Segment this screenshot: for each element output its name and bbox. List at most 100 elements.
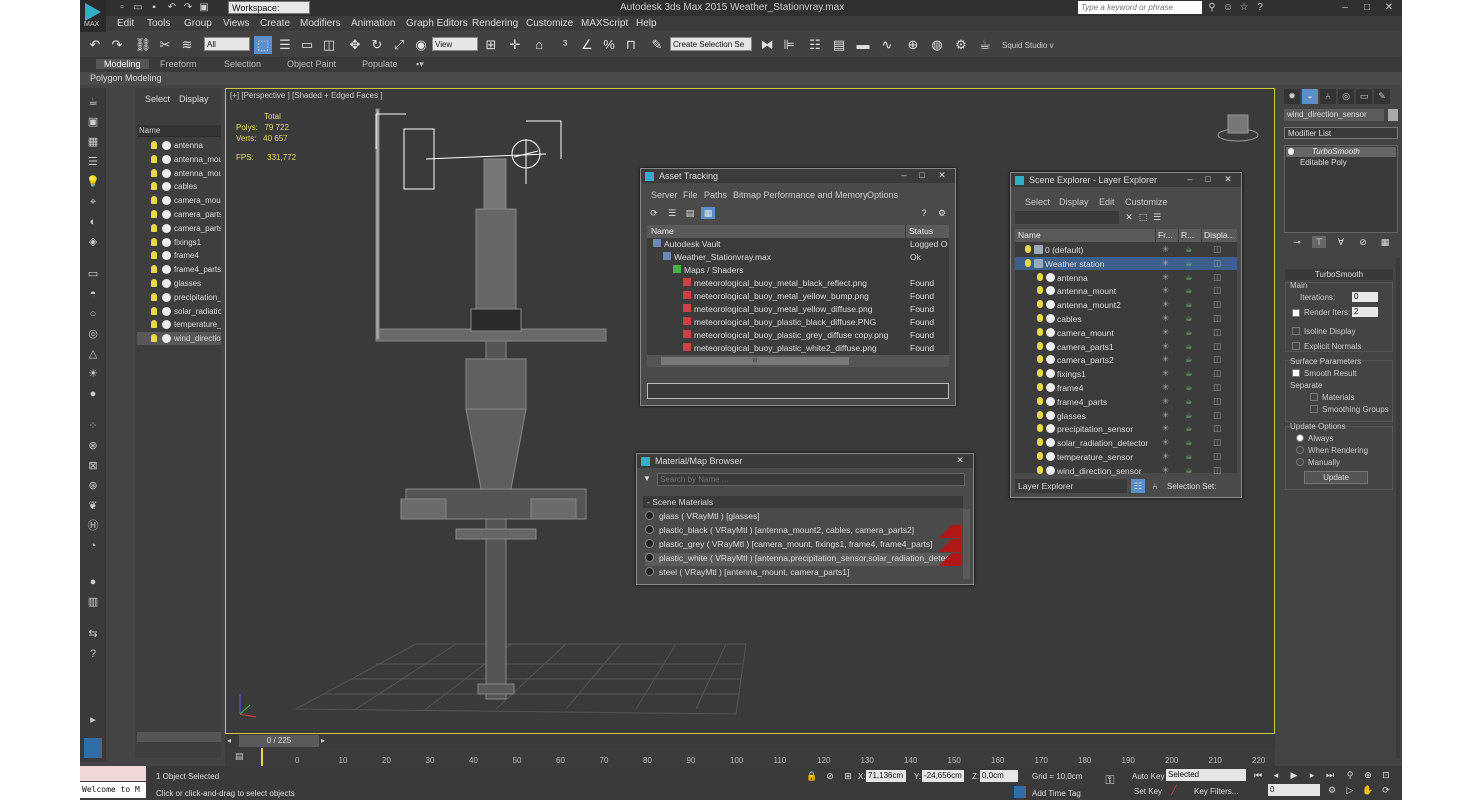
box-display-icon[interactable]: ◫ bbox=[1213, 313, 1221, 324]
help-search-input[interactable] bbox=[1078, 1, 1202, 14]
vertical-scrollbar[interactable] bbox=[963, 509, 970, 579]
list-view-icon[interactable]: ☰ bbox=[665, 207, 679, 219]
prev-frame-icon[interactable]: ◂ bbox=[1270, 769, 1282, 781]
create-tab-icon[interactable]: ✹ bbox=[1284, 89, 1300, 104]
lightbulb-icon[interactable] bbox=[1037, 300, 1043, 309]
menu-server[interactable]: Server bbox=[651, 190, 678, 200]
snowflake-icon[interactable]: ✳ bbox=[1162, 382, 1169, 393]
menu-customize[interactable]: Customize bbox=[526, 18, 573, 29]
move-icon[interactable]: ✥ bbox=[346, 36, 364, 54]
column-status[interactable]: Status bbox=[906, 225, 949, 238]
make-unique-icon[interactable]: ∀ bbox=[1334, 236, 1348, 248]
select-icon[interactable]: ⬚ bbox=[1137, 211, 1149, 224]
lightbulb-icon[interactable] bbox=[1037, 452, 1043, 460]
time-next-icon[interactable]: ▸ bbox=[321, 736, 331, 746]
ribbon-toggle-icon[interactable]: ▬ bbox=[854, 36, 872, 54]
update-button[interactable]: Update bbox=[1304, 471, 1368, 484]
snowflake-icon[interactable]: ✳ bbox=[1162, 272, 1169, 283]
table-row[interactable]: Weather_Stationvray.max bbox=[663, 252, 913, 265]
snowflake-icon[interactable]: ✳ bbox=[1162, 285, 1169, 296]
rect-selection-icon[interactable]: ▭ bbox=[298, 36, 316, 54]
teapot-icon[interactable]: ☕ bbox=[1185, 437, 1193, 448]
box-display-icon[interactable]: ◫ bbox=[1213, 423, 1221, 434]
column-display[interactable]: Displa... bbox=[1202, 229, 1237, 242]
z-coordinate-field[interactable]: 0,0cm bbox=[980, 770, 1018, 782]
menu-rendering[interactable]: Rendering bbox=[472, 18, 518, 29]
teapot-icon[interactable]: ☕ bbox=[1185, 354, 1193, 365]
reference-coord-dropdown[interactable]: View bbox=[432, 37, 478, 51]
close-icon[interactable]: ✕ bbox=[953, 455, 967, 466]
find-input[interactable] bbox=[1015, 211, 1119, 224]
spinner-snap-icon[interactable]: ⊓ bbox=[622, 36, 640, 54]
box-display-icon[interactable]: ◫ bbox=[1213, 354, 1221, 365]
app-logo[interactable]: MAX bbox=[80, 0, 106, 32]
time-slider-thumb[interactable]: 0 / 225 bbox=[239, 735, 319, 747]
lightbulb-icon[interactable] bbox=[151, 306, 157, 315]
column-frozen[interactable]: Fr... bbox=[1156, 229, 1178, 242]
isoline-checkbox[interactable] bbox=[1292, 327, 1300, 335]
scale-icon[interactable]: ⤢ bbox=[390, 36, 408, 54]
key-mode-dropdown[interactable]: Selected bbox=[1166, 769, 1246, 781]
teapot-icon[interactable]: ☕ bbox=[1185, 258, 1193, 269]
auto-key-button[interactable]: Auto Key bbox=[1132, 772, 1164, 781]
table-row[interactable]: Autodesk Vault bbox=[653, 239, 903, 252]
table-row[interactable]: meteorological_buoy_metal_yellow_diffuse… bbox=[683, 304, 933, 317]
teapot-icon[interactable]: ☕ bbox=[1185, 451, 1193, 462]
teapot-icon[interactable]: ☕ bbox=[1185, 465, 1193, 476]
layer-manager-icon[interactable]: ▥ bbox=[84, 594, 102, 610]
lightbulb-icon[interactable] bbox=[151, 279, 157, 287]
box-display-icon[interactable]: ◫ bbox=[1213, 272, 1221, 283]
mini-curve-editor-icon[interactable]: ▤ bbox=[235, 751, 247, 763]
snaps-toggle-icon[interactable]: ³ bbox=[556, 36, 574, 54]
display-tab-icon[interactable]: ▭ bbox=[1356, 89, 1372, 104]
maximize-icon[interactable]: □ bbox=[1201, 174, 1215, 185]
light-icon[interactable]: 💡 bbox=[84, 174, 102, 190]
spacewarp-icon[interactable]: ◈ bbox=[84, 234, 102, 250]
box-display-icon[interactable]: ◫ bbox=[1213, 341, 1221, 352]
snowflake-icon[interactable]: ✳ bbox=[1162, 258, 1169, 269]
layer-explorer-title[interactable]: Scene Explorer - Layer Explorer – □ ✕ bbox=[1011, 173, 1241, 187]
group-icon[interactable]: ⊗ bbox=[84, 438, 102, 454]
menu-edit[interactable]: Edit bbox=[117, 18, 134, 29]
box-display-icon[interactable]: ◫ bbox=[1213, 437, 1221, 448]
pivot-icon[interactable]: ⊞ bbox=[482, 36, 500, 54]
foliage-icon[interactable]: ❦ bbox=[84, 498, 102, 514]
stack-item-turbosmooth[interactable]: TurboSmooth bbox=[1286, 147, 1396, 157]
menu-paths[interactable]: Paths bbox=[704, 190, 727, 200]
track-bar[interactable]: ▤ 0 10 20 30 40 50 60 70 80 90 100 110 120 130 140 150 1… bbox=[225, 748, 1275, 766]
box-display-icon[interactable]: ◫ bbox=[1213, 327, 1221, 338]
menu-help[interactable]: Help bbox=[636, 18, 657, 29]
material-browser-title[interactable]: Material/Map Browser ✕ bbox=[637, 454, 973, 468]
list-item[interactable]: steel ( VRayMtl ) [antenna_mount, camera… bbox=[645, 567, 961, 580]
time-tag-icon[interactable] bbox=[1014, 786, 1026, 798]
when-rendering-radio[interactable] bbox=[1296, 446, 1304, 454]
list-item[interactable]: antenna_mou bbox=[137, 153, 221, 166]
table-row[interactable]: Maps / Shaders bbox=[673, 265, 923, 278]
list-item[interactable]: plastic_black ( VRayMtl ) [antenna_mount… bbox=[645, 525, 961, 538]
lightbulb-icon[interactable] bbox=[1037, 396, 1043, 405]
smooth-result-checkbox[interactable] bbox=[1292, 369, 1300, 377]
camera-icon[interactable]: ⌖ bbox=[84, 194, 102, 210]
tab-populate[interactable]: Populate bbox=[362, 59, 398, 69]
list-item[interactable]: precipitation_ bbox=[137, 291, 221, 304]
play-icon[interactable]: ▶ bbox=[1288, 769, 1300, 781]
schematic-view-icon[interactable]: ⊕ bbox=[904, 36, 922, 54]
modifier-list-dropdown[interactable]: Modifier List bbox=[1284, 127, 1398, 139]
manually-radio[interactable] bbox=[1296, 458, 1304, 466]
select-manipulate-icon[interactable]: ✛ bbox=[506, 36, 524, 54]
unlink-icon[interactable]: ✂ bbox=[156, 36, 174, 54]
goto-end-icon[interactable]: ⏭ bbox=[1324, 769, 1336, 781]
table-row[interactable]: camera_parts1 ✳ ☕ ◫ bbox=[1015, 340, 1237, 353]
panel-scrollbar[interactable] bbox=[1396, 258, 1400, 758]
clear-icon[interactable]: ✕ bbox=[1123, 211, 1135, 224]
current-frame-marker[interactable] bbox=[261, 748, 263, 766]
menu-modifiers[interactable]: Modifiers bbox=[300, 18, 341, 29]
redo-icon[interactable]: ↷ bbox=[182, 2, 194, 14]
box-display-icon[interactable]: ◫ bbox=[1213, 410, 1221, 421]
minimize-icon[interactable]: – bbox=[897, 170, 911, 181]
snowflake-icon[interactable]: ✳ bbox=[1162, 244, 1169, 255]
list-item[interactable]: camera_parts bbox=[137, 208, 221, 221]
table-row[interactable]: cables ✳ ☕ ◫ bbox=[1015, 312, 1237, 325]
time-config-icon[interactable]: ⚙ bbox=[1326, 784, 1338, 796]
lightbulb-icon[interactable] bbox=[151, 168, 157, 177]
